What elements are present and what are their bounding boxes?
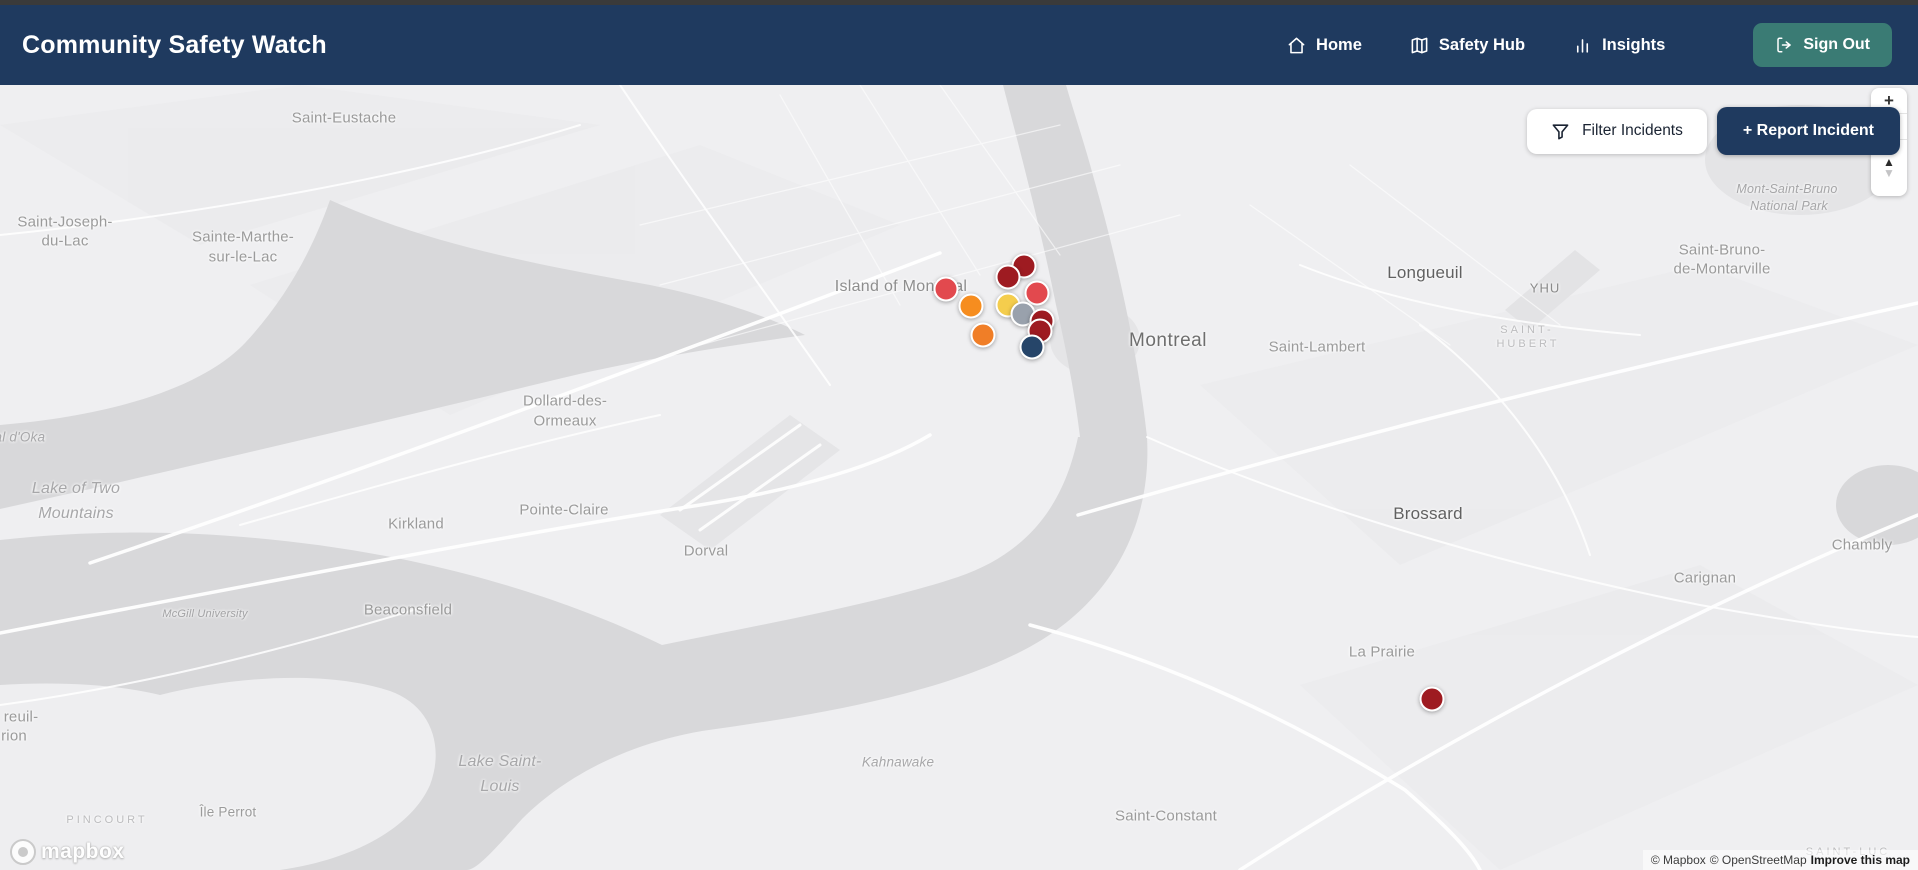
incident-marker[interactable]: [1419, 686, 1445, 712]
map-canvas[interactable]: Saint-Eustache Saint-Joseph-du-Lac Sainte-…: [0, 85, 1918, 870]
nav-item-safety-hub[interactable]: Safety Hub: [1410, 36, 1525, 55]
incident-marker[interactable]: [970, 322, 996, 348]
nav-item-insights[interactable]: Insights: [1573, 36, 1665, 55]
osm-attribution-link[interactable]: © OpenStreetMap: [1710, 853, 1807, 867]
home-icon: [1287, 36, 1306, 55]
mapbox-logo-icon: [10, 839, 36, 865]
filter-incidents-label: Filter Incidents: [1582, 122, 1683, 139]
nav-item-home[interactable]: Home: [1287, 36, 1362, 55]
map-toolbar: Filter Incidents + Report Incident: [1527, 107, 1900, 155]
sign-out-button[interactable]: Sign Out: [1753, 23, 1892, 67]
nav-items: Home Safety Hub Insights: [1287, 36, 1665, 55]
mapbox-logo[interactable]: mapbox: [10, 839, 125, 865]
report-incident-button[interactable]: + Report Incident: [1716, 107, 1900, 155]
filter-funnel-icon: [1551, 122, 1570, 141]
insights-chart-icon: [1573, 36, 1592, 55]
map-attribution: © Mapbox © OpenStreetMap Improve this ma…: [1642, 850, 1918, 870]
app-title: Community Safety Watch: [22, 30, 327, 59]
mapbox-attribution-link[interactable]: © Mapbox: [1651, 853, 1706, 867]
map-icon: [1410, 36, 1429, 55]
sign-out-label: Sign Out: [1803, 36, 1870, 53]
incident-marker[interactable]: [995, 264, 1021, 290]
filter-incidents-button[interactable]: Filter Incidents: [1527, 108, 1707, 154]
pitch-down-icon: ▼: [1883, 166, 1895, 180]
incident-marker[interactable]: [1019, 334, 1045, 360]
main-nav: Home Safety Hub Insights Sign Out: [1287, 23, 1892, 67]
app-header: Community Safety Watch Home Safety Hub Ins…: [0, 5, 1918, 85]
map-basemap: [0, 85, 1918, 870]
sign-out-icon: [1775, 36, 1793, 54]
incident-marker[interactable]: [933, 276, 959, 302]
mapbox-logo-text: mapbox: [41, 840, 125, 863]
improve-map-link[interactable]: Improve this map: [1811, 853, 1910, 867]
incident-marker[interactable]: [958, 293, 984, 319]
